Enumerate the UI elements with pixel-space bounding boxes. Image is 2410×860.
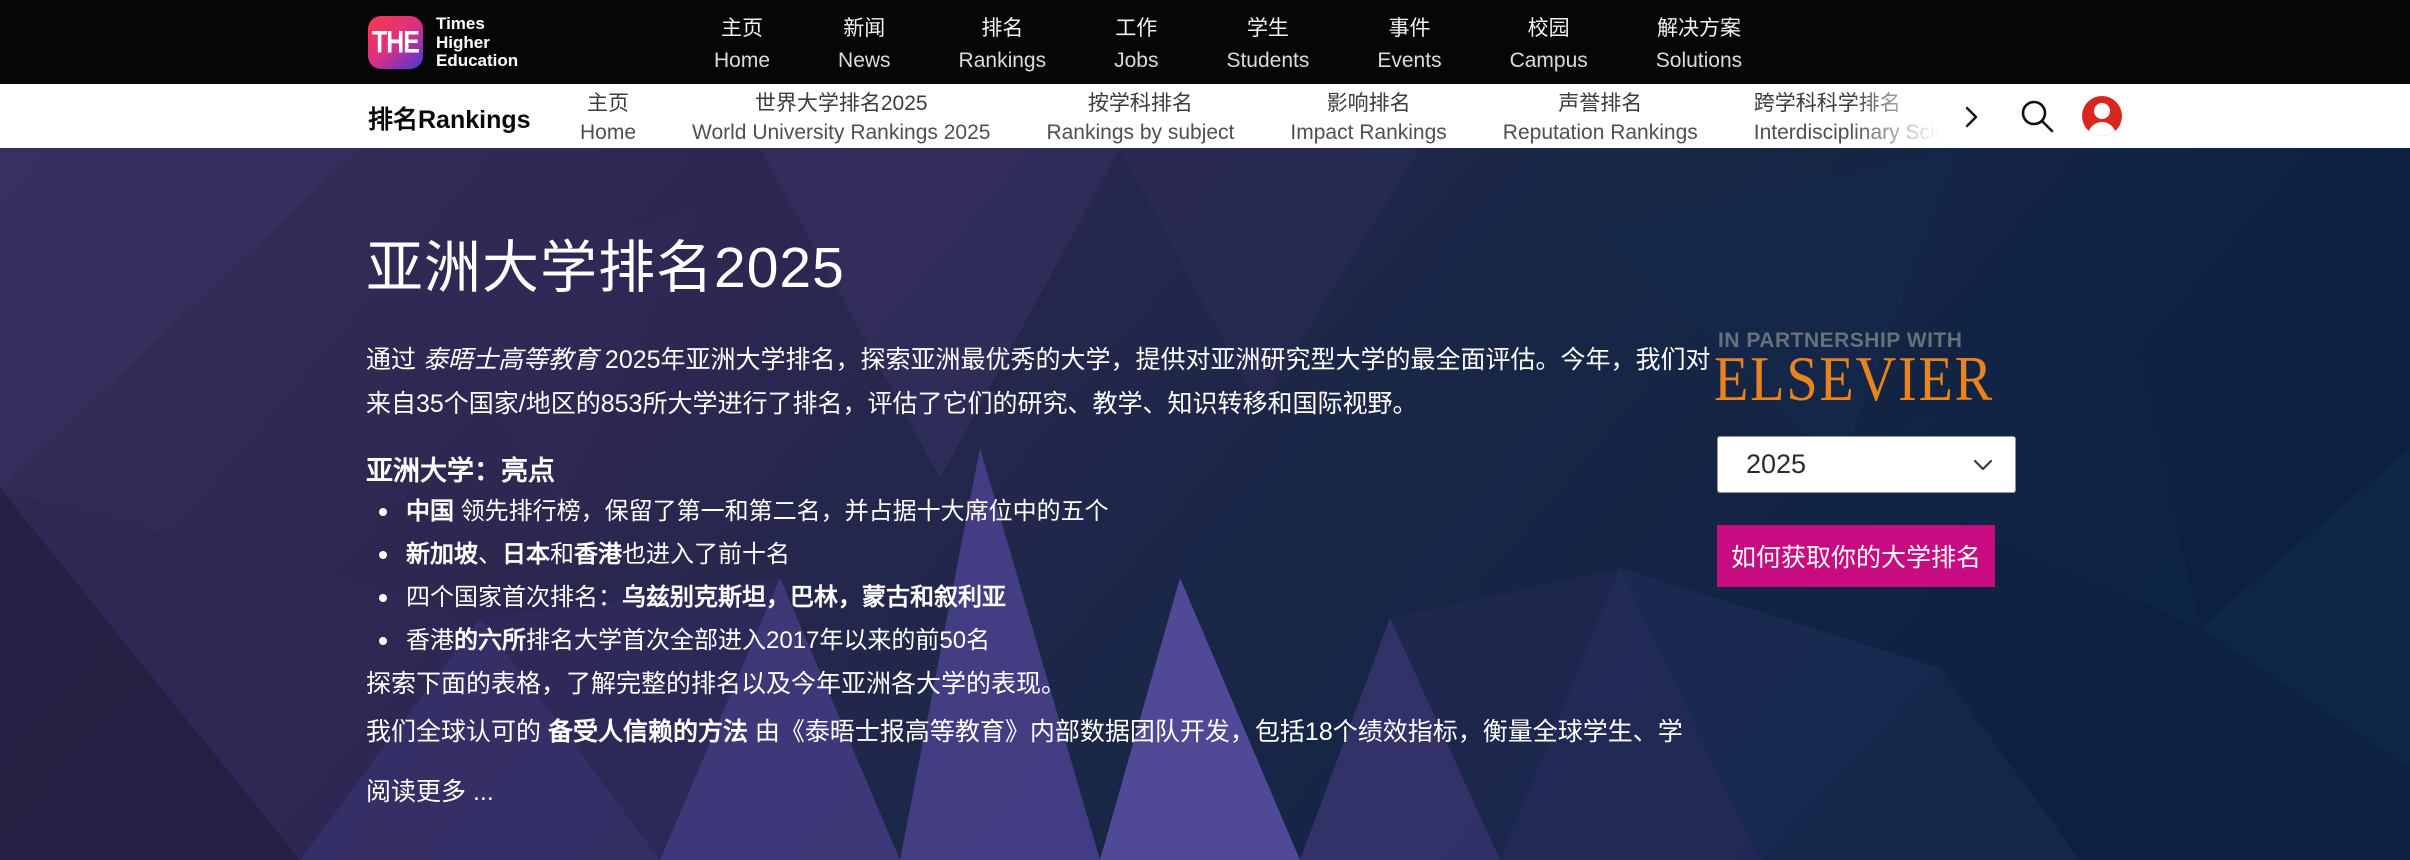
rankings-nav-title: 排名Rankings: [368, 100, 531, 136]
top-nav-item-events[interactable]: 事件 Events: [1377, 12, 1441, 73]
top-nav-item-jobs-en-label: Jobs: [1114, 49, 1158, 73]
rankings-nav-item-world-university-rankings-2025[interactable]: 世界大学排名2025 World University Rankings 2025: [692, 87, 990, 145]
clipped-paragraph: 我们全球认可的 备受人信赖的方法 由《泰晤士报高等教育》内部数据团队开发，包括1…: [366, 716, 1718, 743]
top-nav-item-home-en-label: Home: [714, 49, 770, 73]
rankings-nav-items: 主页 Home 世界大学排名2025 World University Ranking…: [580, 84, 1939, 148]
top-nav-item-solutions-zh-label: 解决方案: [1657, 12, 1741, 42]
the-logo-icon: THE: [368, 16, 423, 69]
highlight-item: 新加坡、日本和香港也进入了前十名: [366, 533, 1109, 576]
top-nav-item-jobs-zh-label: 工作: [1115, 12, 1157, 42]
text-segment: 也进入了前十名: [622, 541, 790, 568]
rankings-nav-item-impact-rankings-zh-label: 影响排名: [1327, 87, 1411, 117]
text-segment: 泰晤士高等教育: [423, 346, 598, 374]
top-nav-item-campus[interactable]: 校园 Campus: [1510, 12, 1588, 73]
top-nav: 主页 Home 新闻 News 排名 Rankings 工作 Jobs 学生 Students 事件…: [714, 0, 1742, 84]
rankings-nav-item-rankings-by-subject-zh-label: 按学科排名: [1088, 87, 1193, 117]
top-nav-item-students-en-label: Students: [1226, 49, 1309, 73]
text-segment: 四个国家首次排名：: [406, 584, 622, 611]
top-nav-item-campus-en-label: Campus: [1510, 49, 1588, 73]
top-bar: THE Times Higher Education 主页 Home 新闻 News 排…: [0, 0, 2410, 84]
hero-main-column: 亚洲大学排名2025 通过 泰晤士高等教育 2025年亚洲大学排名，探索亚洲最优…: [366, 148, 1718, 860]
top-nav-item-students-zh-label: 学生: [1247, 12, 1289, 42]
top-nav-item-home[interactable]: 主页 Home: [714, 12, 770, 73]
highlight-item: 四个国家首次排名：乌兹别克斯坦，巴林，蒙古和叙利亚: [366, 576, 1109, 619]
wordmark-line: Higher: [436, 34, 518, 53]
page-title: 亚洲大学排名2025: [366, 222, 845, 304]
highlight-item: 中国 领先排行榜，保留了第一和第二名，并占据十大席位中的五个: [366, 490, 1109, 533]
cta-button[interactable]: 如何获取你的大学排名: [1717, 525, 1995, 587]
text-segment: 中国: [406, 498, 454, 525]
rankings-nav-item-home-zh-label: 主页: [587, 87, 629, 117]
text-segment: 领先排行榜，保留了第一和第二名，并占据十大席位中的五个: [454, 498, 1109, 525]
text-segment: 香港: [406, 627, 454, 654]
rankings-nav-item-rankings-by-subject-en-label: Rankings by subject: [1046, 121, 1234, 145]
chevron-right-icon[interactable]: [1956, 102, 1986, 132]
account-head-shape: [2094, 103, 2110, 119]
top-nav-item-jobs[interactable]: 工作 Jobs: [1114, 12, 1158, 73]
read-more-link[interactable]: 阅读更多 ...: [366, 772, 494, 808]
hero-section: 亚洲大学排名2025 通过 泰晤士高等教育 2025年亚洲大学排名，探索亚洲最优…: [0, 148, 2410, 860]
text-segment: 和: [550, 541, 574, 568]
top-nav-item-news[interactable]: 新闻 News: [838, 12, 891, 73]
page: THE Times Higher Education 主页 Home 新闻 News 排…: [0, 0, 2410, 860]
clipped-text-region: 我们全球认可的 备受人信赖的方法 由《泰晤士报高等教育》内部数据团队开发，包括1…: [366, 716, 1718, 743]
account-icon[interactable]: [2082, 96, 2122, 136]
wordmark-line: Education: [436, 52, 518, 71]
top-nav-item-students[interactable]: 学生 Students: [1226, 12, 1309, 73]
account-shoulders-shape: [2088, 122, 2116, 136]
year-select-value: 2025: [1746, 449, 1806, 480]
nav-fade-overlay: [1850, 84, 1965, 148]
intro-paragraph: 通过 泰晤士高等教育 2025年亚洲大学排名，探索亚洲最优秀的大学，提供对亚洲研…: [366, 338, 1718, 426]
the-logo[interactable]: THE Times Higher Education: [368, 15, 518, 71]
rankings-nav-item-world-university-rankings-2025-zh-label: 世界大学排名2025: [755, 87, 928, 117]
rankings-nav-item-impact-rankings-en-label: Impact Rankings: [1290, 121, 1446, 145]
top-nav-item-rankings-en-label: Rankings: [959, 49, 1047, 73]
top-nav-item-solutions-en-label: Solutions: [1656, 49, 1742, 73]
text-segment: 香港: [574, 541, 622, 568]
rankings-nav-item-home[interactable]: 主页 Home: [580, 87, 636, 145]
text-segment: 我们全球认可的: [366, 718, 548, 743]
text-segment: 排名大学首次全部进入2017年以来的前50名: [526, 627, 990, 654]
top-nav-item-home-zh-label: 主页: [721, 12, 763, 42]
the-wordmark: Times Higher Education: [436, 15, 518, 71]
text-segment: 乌兹别克斯坦，巴林，蒙古和叙利亚: [622, 584, 1006, 611]
text-segment: 的六所: [454, 627, 526, 654]
rankings-nav-item-impact-rankings[interactable]: 影响排名 Impact Rankings: [1290, 87, 1446, 145]
rankings-nav-item-home-en-label: Home: [580, 121, 636, 145]
explore-paragraph: 探索下面的表格，了解完整的排名以及今年亚洲各大学的表现。: [366, 664, 1066, 700]
text-segment: 新加坡: [406, 541, 478, 568]
top-nav-item-rankings-zh-label: 排名: [981, 12, 1023, 42]
search-icon[interactable]: [2018, 97, 2056, 135]
wordmark-line: Times: [436, 15, 518, 34]
text-segment: 日本: [502, 541, 550, 568]
top-nav-item-news-zh-label: 新闻: [843, 12, 885, 42]
highlights-heading: 亚洲大学：亮点: [366, 449, 555, 488]
text-segment: 由《泰晤士报高等教育》内部数据团队开发，包括18个绩效指标，衡量全球学生、学: [748, 718, 1683, 743]
rankings-nav-item-world-university-rankings-2025-en-label: World University Rankings 2025: [692, 121, 990, 145]
rankings-nav-item-reputation-rankings-en-label: Reputation Rankings: [1503, 121, 1698, 145]
top-nav-item-solutions[interactable]: 解决方案 Solutions: [1656, 12, 1742, 73]
top-nav-item-events-en-label: Events: [1377, 49, 1441, 73]
highlight-item: 香港的六所排名大学首次全部进入2017年以来的前50名: [366, 619, 1109, 662]
rankings-nav-item-rankings-by-subject[interactable]: 按学科排名 Rankings by subject: [1046, 87, 1234, 145]
text-segment: 、: [478, 541, 502, 568]
highlights-list: 中国 领先排行榜，保留了第一和第二名，并占据十大席位中的五个新加坡、日本和香港也…: [366, 490, 1109, 662]
top-nav-item-rankings[interactable]: 排名 Rankings: [959, 12, 1047, 73]
top-nav-item-campus-zh-label: 校园: [1528, 12, 1570, 42]
chevron-down-icon: [1973, 459, 1993, 471]
rankings-nav-item-reputation-rankings-zh-label: 声誉排名: [1558, 87, 1642, 117]
rankings-nav-item-reputation-rankings[interactable]: 声誉排名 Reputation Rankings: [1503, 87, 1698, 145]
top-nav-item-events-zh-label: 事件: [1388, 12, 1430, 42]
text-segment: 通过: [366, 346, 423, 374]
top-nav-item-news-en-label: News: [838, 49, 891, 73]
text-segment: 备受人信赖的方法: [548, 718, 748, 743]
year-select[interactable]: 2025: [1717, 436, 2016, 493]
rankings-nav: 排名Rankings 主页 Home 世界大学排名2025 World Univers…: [0, 84, 2410, 148]
elsevier-logo[interactable]: ELSEVIER: [1714, 342, 1994, 416]
